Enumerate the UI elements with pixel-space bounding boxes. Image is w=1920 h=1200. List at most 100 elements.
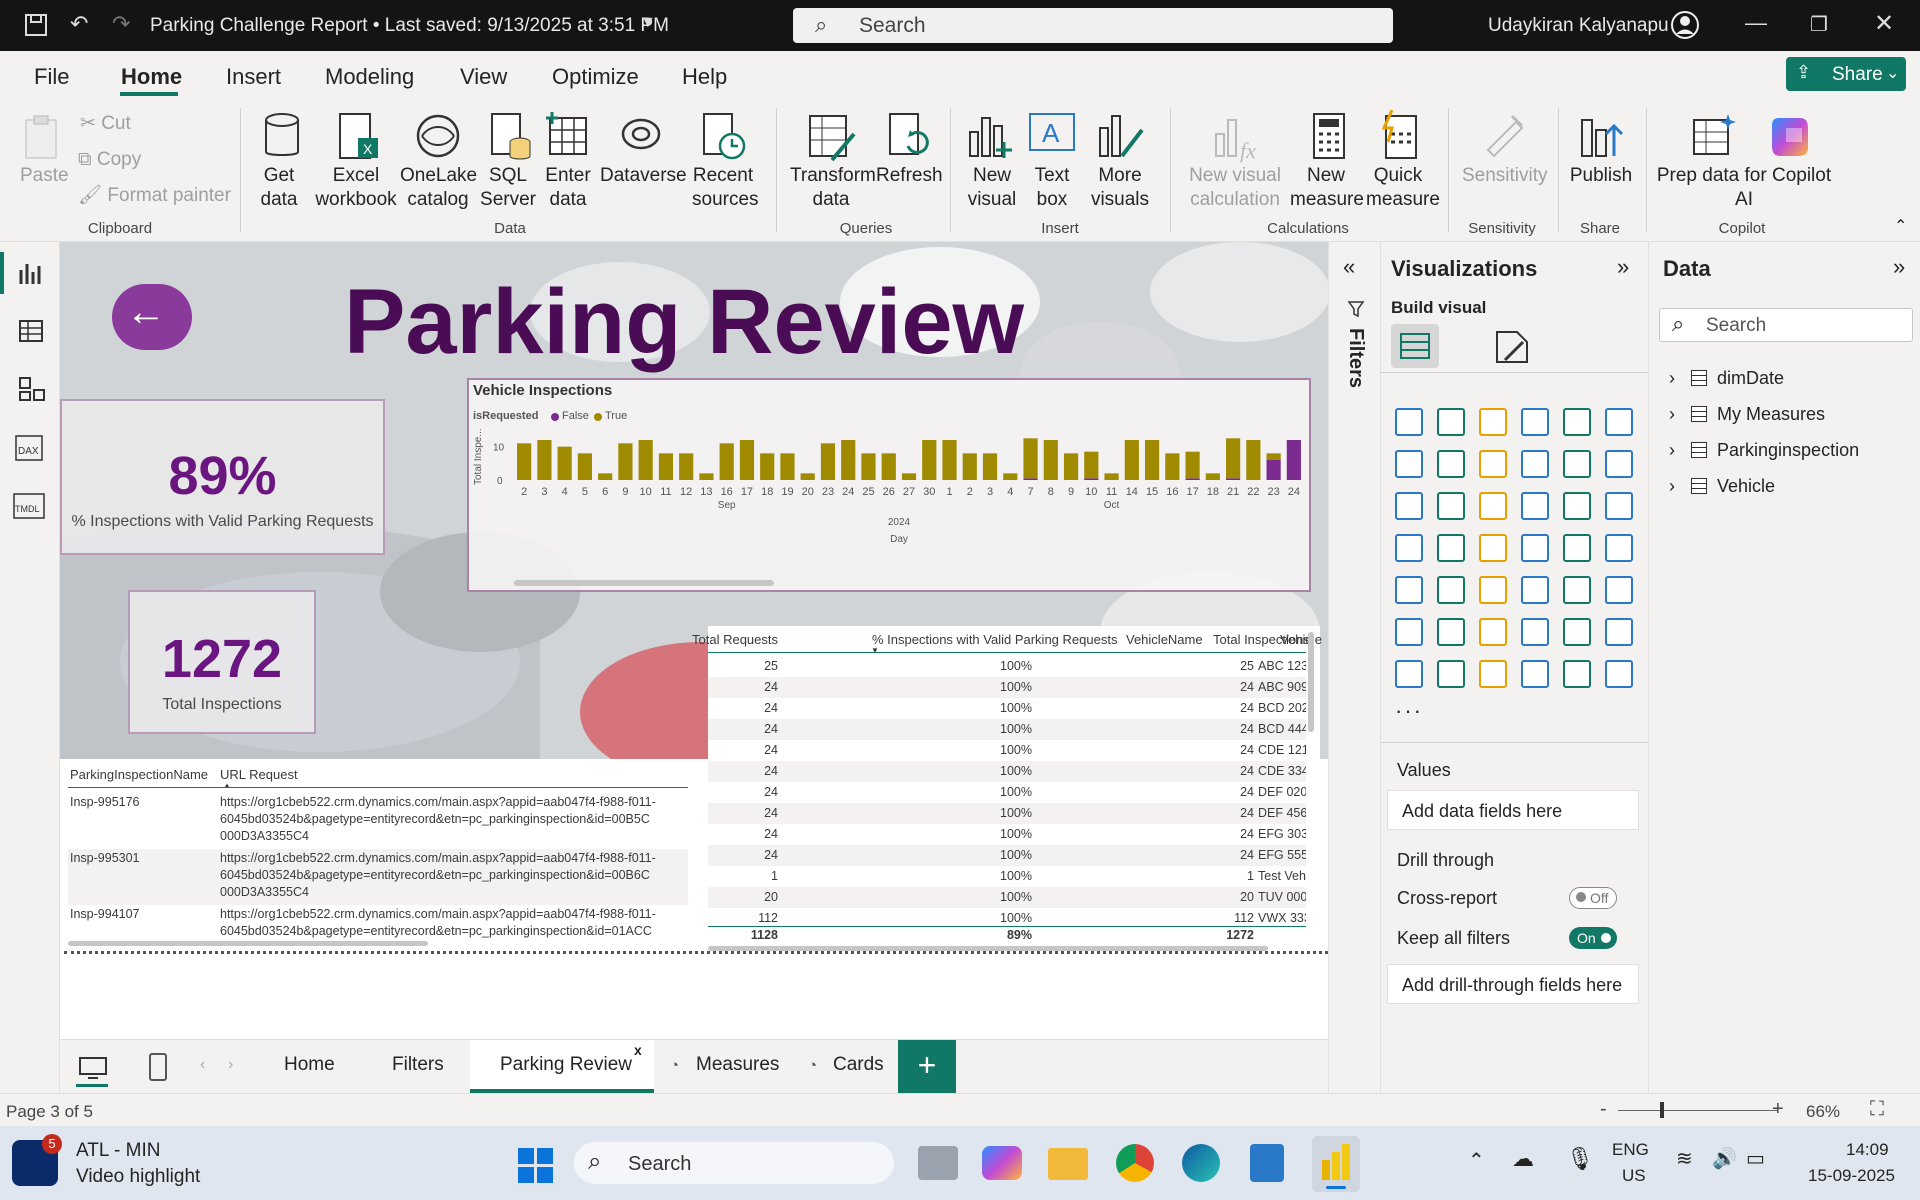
page-tab-measures[interactable]: Measures — [696, 1054, 779, 1076]
treemap-icon[interactable] — [1395, 534, 1423, 562]
table-row[interactable]: 25 100% 25 ABC 123X — [708, 656, 1306, 677]
paste-button[interactable]: Paste — [20, 164, 69, 188]
map-icon[interactable] — [1437, 534, 1465, 562]
mobile-layout-icon[interactable] — [148, 1052, 168, 1082]
kpi-card-valid-requests[interactable]: 89% % Inspections with Valid Parking Req… — [60, 399, 385, 555]
menu-insert[interactable]: Insert — [226, 64, 281, 90]
key-influencers-icon[interactable] — [1437, 618, 1465, 646]
line-stacked-column-chart-icon[interactable] — [1563, 450, 1591, 478]
scatter-chart-icon[interactable] — [1521, 492, 1549, 520]
publish-button[interactable]: Publish — [1566, 164, 1636, 188]
drill-through-well[interactable]: Add drill-through fields here — [1387, 964, 1639, 1004]
region-code[interactable]: US — [1622, 1166, 1646, 1186]
collapse-ribbon-icon[interactable]: ⌃ — [1894, 216, 1907, 236]
line-chart-icon[interactable] — [1395, 450, 1423, 478]
multi-row-card-icon[interactable] — [1395, 576, 1423, 604]
collapse-chevron-icon[interactable]: » — [1893, 254, 1905, 280]
url-request[interactable]: https://org1cbeb522.crm.dynamics.com/mai… — [220, 795, 680, 809]
column-header[interactable]: VehicleName — [1126, 632, 1203, 647]
page-tab-cards[interactable]: Cards — [833, 1054, 884, 1076]
keep-filters-toggle[interactable]: On — [1569, 927, 1617, 949]
edge-icon[interactable] — [1182, 1144, 1220, 1182]
chrome-icon[interactable] — [1116, 1144, 1154, 1182]
100-stacked-column-chart-icon[interactable] — [1605, 408, 1633, 436]
table-view-icon[interactable] — [18, 318, 44, 344]
donut-chart-icon[interactable] — [1605, 492, 1633, 520]
menu-home[interactable]: Home — [121, 64, 182, 90]
table-row[interactable]: 24 100% 24 BCD 444C — [708, 719, 1306, 740]
decomposition-tree-icon[interactable] — [1479, 618, 1507, 646]
document-title[interactable]: Parking Challenge Report • Last saved: 9… — [150, 15, 669, 37]
redo-icon[interactable]: ↷ — [112, 11, 130, 37]
zoom-level[interactable]: 66% — [1806, 1102, 1840, 1122]
widget-subtitle[interactable]: Video highlight — [76, 1166, 200, 1188]
table-row[interactable]: 24 100% 24 ABC 909S — [708, 677, 1306, 698]
smart-narrative-icon[interactable] — [1563, 618, 1591, 646]
battery-icon[interactable]: ▭ — [1746, 1146, 1765, 1171]
table-row[interactable]: 24 100% 24 DEF 020T — [708, 782, 1306, 803]
values-well[interactable]: Add data fields here — [1387, 790, 1639, 830]
table-row[interactable]: Insp-995301 https://org1cbeb522.crm.dynam… — [68, 849, 688, 905]
chart-scrollbar[interactable] — [514, 580, 774, 586]
add-page-button[interactable]: + — [898, 1040, 956, 1093]
more-visuals-button[interactable]: More visuals — [1082, 164, 1158, 212]
column-header[interactable]: Total Requests — [692, 632, 778, 647]
python-visual-icon[interactable] — [1395, 618, 1423, 646]
stacked-area-chart-icon[interactable] — [1479, 450, 1507, 478]
expand-chevron-icon[interactable]: « — [1343, 254, 1355, 280]
zoom-out-icon[interactable]: - — [1600, 1098, 1607, 1121]
area-chart-icon[interactable] — [1437, 450, 1465, 478]
sensitivity-button[interactable]: Sensitivity — [1462, 164, 1548, 188]
vehicle-inspections-chart[interactable]: Vehicle Inspections isRequested False Tr… — [467, 378, 1311, 592]
chevron-down-icon[interactable]: ▼ — [640, 14, 656, 32]
tmdl-view-icon[interactable]: TMDL — [12, 492, 48, 520]
100-stacked-bar-chart-icon[interactable] — [1563, 408, 1591, 436]
url-request[interactable]: 6045bd03524b&pagetype=entityrecord&etn=p… — [220, 812, 680, 826]
expand-chevron-icon[interactable]: › — [1669, 440, 1675, 461]
weather-widget-icon[interactable]: 5 — [12, 1134, 62, 1186]
table-row[interactable]: 24 100% 24 EFG 555H — [708, 845, 1306, 866]
enter-data-button[interactable]: Enter data — [540, 164, 596, 212]
language-code[interactable]: ENG — [1612, 1140, 1649, 1160]
data-table-vehicle[interactable]: › Vehicle — [1669, 474, 1909, 504]
widget-title[interactable]: ATL - MIN — [76, 1140, 160, 1162]
expand-chevron-icon[interactable]: › — [1669, 404, 1675, 425]
prep-data-copilot-button[interactable]: Prep data for Copilot AI — [1656, 164, 1832, 212]
url-request[interactable]: 000D3A3355C4 — [220, 829, 680, 843]
column-header[interactable]: Vehicle — [1280, 632, 1322, 647]
search-box[interactable]: ⌕ Search — [793, 8, 1393, 43]
restore-icon[interactable]: ❐ — [1810, 12, 1828, 37]
power-apps-icon[interactable] — [1521, 660, 1549, 688]
microphone-icon[interactable]: 🎙 — [1566, 1146, 1594, 1172]
copilot-app-icon[interactable] — [982, 1146, 1022, 1180]
vertical-scrollbar[interactable] — [1308, 632, 1314, 732]
menu-view[interactable]: View — [460, 64, 507, 90]
data-table-dimdate[interactable]: › dimDate — [1669, 366, 1909, 396]
url-request[interactable]: 6045bd03524b&pagetype=entityrecord&etn=p… — [220, 868, 680, 882]
ribbon-chart-icon[interactable] — [1395, 492, 1423, 520]
file-explorer-icon[interactable] — [1048, 1148, 1088, 1180]
card-new-icon[interactable] — [1437, 660, 1465, 688]
data-table-my-measures[interactable]: › My Measures — [1669, 402, 1909, 432]
column-header[interactable]: URL Request — [220, 767, 298, 782]
excel-workbook-button[interactable]: Excel workbook — [314, 164, 398, 212]
kpi-card-total-inspections[interactable]: 1272 Total Inspections — [128, 590, 316, 734]
onelake-catalog-button[interactable]: OneLake catalog — [400, 164, 477, 212]
vehicle-summary-table[interactable]: Total Requests % Inspections with Valid … — [692, 626, 1322, 951]
volume-icon[interactable]: 🔊 — [1712, 1146, 1737, 1171]
table-row[interactable]: Insp-995176 https://org1cbeb522.crm.dynam… — [68, 793, 688, 849]
waterfall-chart-icon[interactable] — [1437, 492, 1465, 520]
zoom-slider-thumb[interactable] — [1660, 1102, 1664, 1118]
report-canvas[interactable]: ← Parking Review 89% % Inspections with … — [60, 242, 1328, 1039]
horizontal-scrollbar[interactable] — [68, 941, 428, 946]
clock-time[interactable]: 14:09 — [1846, 1140, 1889, 1160]
r-visual-icon[interactable] — [1605, 576, 1633, 604]
inspection-url-table[interactable]: ParkingInspectionName URL Request ▲ Insp… — [68, 759, 698, 961]
menu-optimize[interactable]: Optimize — [552, 64, 639, 90]
zoom-in-icon[interactable]: + — [1772, 1098, 1784, 1121]
page-tab-home[interactable]: Home — [284, 1054, 335, 1076]
line-clustered-column-chart-icon[interactable] — [1605, 450, 1633, 478]
slicer-new-icon[interactable] — [1479, 660, 1507, 688]
format-visual-icon[interactable] — [1493, 330, 1533, 364]
collapse-chevron-icon[interactable]: » — [1617, 254, 1629, 280]
